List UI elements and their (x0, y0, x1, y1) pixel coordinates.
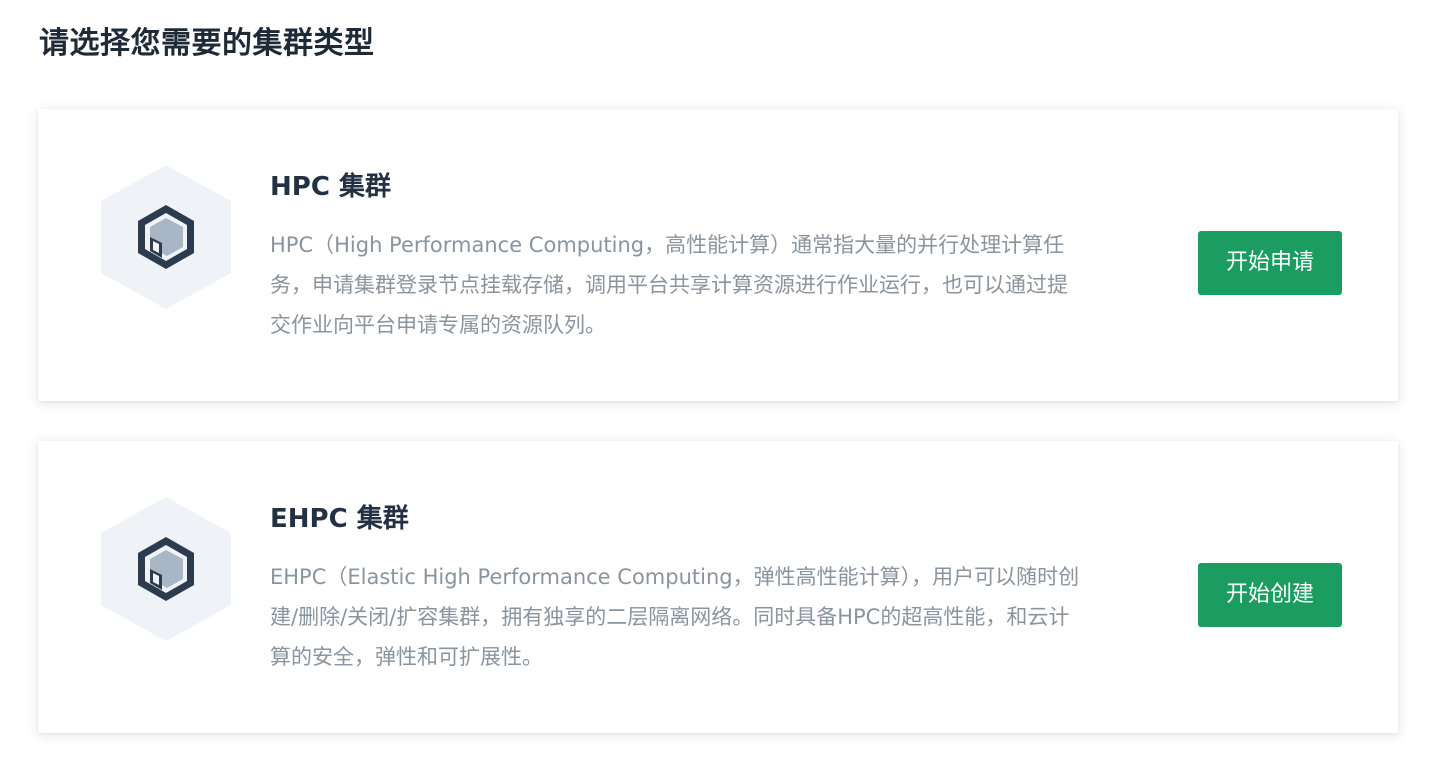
hpc-card-description: HPC（High Performance Computing，高性能计算）通常指… (270, 233, 1068, 337)
cluster-cube-icon (101, 165, 231, 309)
ehpc-cluster-card: EHPC 集群 EHPC（Elastic High Performance Co… (38, 441, 1398, 733)
hpc-cluster-badge (101, 165, 231, 309)
hpc-card-title: HPC 集群 (270, 172, 391, 202)
cluster-type-page: 请选择您需要的集群类型 HPC 集群 HPC（High Performance … (0, 0, 1432, 774)
ehpc-card-description: EHPC（Elastic High Performance Computing，… (270, 565, 1080, 669)
ehpc-cluster-badge (101, 497, 231, 641)
cluster-cube-icon (101, 497, 231, 641)
hpc-apply-button[interactable]: 开始申请 (1198, 231, 1342, 295)
hpc-cluster-card: HPC 集群 HPC（High Performance Computing，高性… (38, 109, 1398, 401)
ehpc-create-button[interactable]: 开始创建 (1198, 563, 1342, 627)
page-title: 请选择您需要的集群类型 (39, 26, 375, 61)
ehpc-card-title: EHPC 集群 (270, 504, 409, 534)
